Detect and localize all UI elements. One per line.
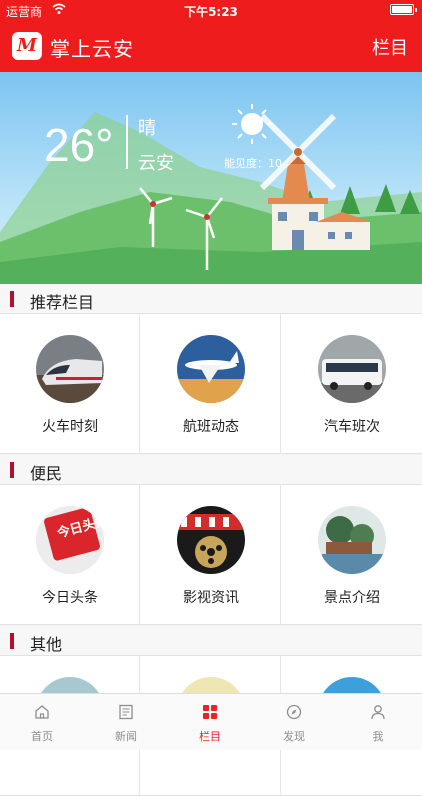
status-bar: 运营商 下午5:23 <box>0 0 422 20</box>
news-icon <box>119 704 133 720</box>
weather-divider <box>126 115 128 169</box>
film-icon <box>177 506 245 574</box>
weather-condition: 晴 <box>138 118 156 139</box>
tab-bar: 首页 新闻 栏目 发现 我 <box>0 693 422 750</box>
clock: 下午5:23 <box>184 5 238 19</box>
train-icon <box>36 335 104 403</box>
grid-item-flight[interactable]: 航班动态 <box>141 314 281 454</box>
grid-item-label: 火车时刻 <box>42 419 98 435</box>
visibility-label: 能见度： <box>224 157 268 170</box>
grid-item-bus[interactable]: 汽车班次 <box>282 314 422 454</box>
tab-me[interactable]: 我 <box>336 694 420 751</box>
section-marker <box>10 462 14 478</box>
grid-icon <box>203 705 217 719</box>
tab-label: 栏目 <box>199 730 221 743</box>
compass-icon <box>286 704 302 720</box>
grid-item-label: 景点介绍 <box>324 590 380 606</box>
grid-item-label: 航班动态 <box>183 419 239 435</box>
grid-item-film[interactable]: 影视资讯 <box>141 485 281 625</box>
bus-icon <box>318 335 386 403</box>
airplane-icon <box>177 335 245 403</box>
home-icon <box>35 705 49 719</box>
toutiao-icon: 今日头条 <box>36 506 104 574</box>
grid-item-label: 汽车班次 <box>324 419 380 435</box>
section-marker <box>10 291 14 307</box>
visibility-value: 10 <box>268 157 282 170</box>
scenery-icon <box>318 506 386 574</box>
grid-item-label: 影视资讯 <box>183 590 239 606</box>
tab-news[interactable]: 新闻 <box>84 694 168 751</box>
section-header-other: 其他 <box>0 626 422 655</box>
tab-label: 首页 <box>31 730 53 743</box>
section-title: 其他 <box>30 635 63 654</box>
tab-label: 我 <box>372 730 384 743</box>
visibility: 能见度：10 <box>224 155 282 171</box>
grid-item-train[interactable]: 火车时刻 <box>0 314 140 454</box>
tab-label: 发现 <box>283 730 305 743</box>
columns-button[interactable]: 栏目 <box>372 34 408 60</box>
section-title: 便民 <box>30 464 63 483</box>
battery-icon <box>390 4 417 15</box>
weather-banner[interactable] <box>0 72 422 284</box>
weather-city: 云安 <box>138 153 174 174</box>
section-title: 推荐栏目 <box>30 293 95 312</box>
section-header-convenience: 便民 <box>0 455 422 484</box>
grid-item-scenery[interactable]: 景点介绍 <box>282 485 422 625</box>
temperature: 26° <box>44 119 114 171</box>
grid-item-label: 今日头条 <box>42 590 98 606</box>
landscape-illustration <box>0 104 422 284</box>
person-icon <box>371 705 385 720</box>
section-header-recommended: 推荐栏目 <box>0 284 422 313</box>
app-title: 掌上云安 <box>50 37 134 61</box>
nav-bar: M 掌上云安 栏目 <box>0 20 422 72</box>
tab-discover[interactable]: 发现 <box>252 694 336 751</box>
tab-columns[interactable]: 栏目 <box>168 694 252 751</box>
app-logo-icon: M <box>12 32 42 60</box>
grid-item-toutiao[interactable]: 今日头条 今日头条 <box>0 485 140 625</box>
tab-home[interactable]: 首页 <box>0 694 84 751</box>
tab-label: 新闻 <box>115 730 137 743</box>
section-grid-convenience: 今日头条 今日头条 影视资讯 景点介绍 <box>0 484 422 625</box>
section-grid-recommended: 火车时刻 航班动态 汽车班次 <box>0 313 422 454</box>
section-marker <box>10 633 14 649</box>
